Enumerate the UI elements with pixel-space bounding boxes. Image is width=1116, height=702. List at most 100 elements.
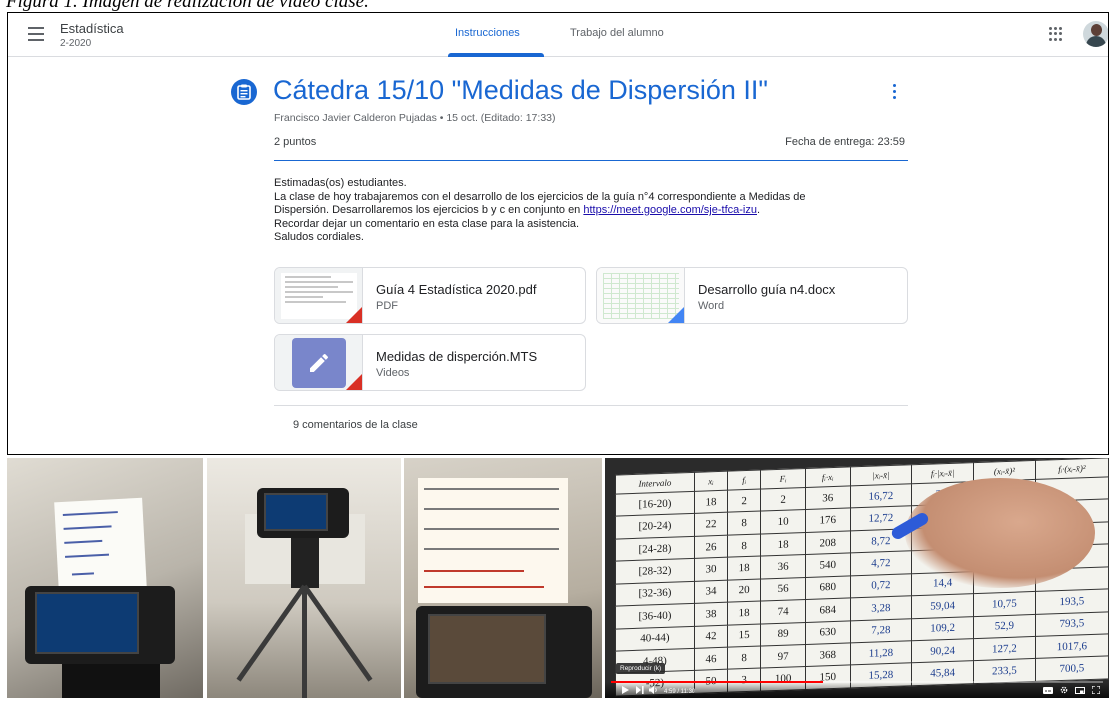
table-cell: 22 xyxy=(694,512,728,537)
table-cell: 540 xyxy=(805,553,851,578)
meet-link[interactable]: https://meet.google.com/sje-tfca-izu xyxy=(583,204,757,216)
table-cell: 40-44) xyxy=(615,625,695,652)
pdf-thumbnail xyxy=(275,268,363,323)
table-cell: 90,24 xyxy=(911,638,974,664)
word-thumbnail xyxy=(597,268,685,323)
table-cell: 193,5 xyxy=(1035,589,1109,615)
table-cell: [28-32) xyxy=(615,558,695,584)
table-cell: 56 xyxy=(760,577,806,602)
table-cell: 4,72 xyxy=(850,551,912,576)
table-cell: 26 xyxy=(694,535,728,559)
table-cell: 42 xyxy=(694,624,728,649)
table-cell: 38 xyxy=(694,602,728,626)
table-cell: 36 xyxy=(805,485,851,510)
table-cell: 368 xyxy=(805,642,851,667)
assignment-points: 2 puntos xyxy=(274,136,317,148)
table-cell: 89 xyxy=(760,622,806,647)
table-cell: 20 xyxy=(727,578,761,603)
menu-icon[interactable] xyxy=(28,27,44,41)
divider xyxy=(274,160,908,161)
table-cell: [32-36) xyxy=(615,581,695,607)
photo-tripod-camera xyxy=(207,458,401,698)
table-cell: 18 xyxy=(760,532,806,557)
table-cell: 36 xyxy=(760,554,806,579)
more-options-icon[interactable] xyxy=(893,84,897,100)
table-cell: 10 xyxy=(760,509,806,534)
table-cell: 8 xyxy=(727,511,761,536)
table-header-cell: fᵢ xyxy=(727,470,761,491)
table-header-cell: |xᵢ-x̄| xyxy=(850,464,912,486)
table-cell: 74 xyxy=(760,599,806,624)
table-cell: 176 xyxy=(805,508,851,533)
table-header-cell: xᵢ xyxy=(694,471,728,492)
table-cell: 208 xyxy=(805,530,851,555)
table-cell: 59,04 xyxy=(911,593,974,619)
table-cell: 700,5 xyxy=(1035,656,1109,682)
settings-gear-icon[interactable] xyxy=(1060,686,1068,694)
table-header-cell: Fᵢ xyxy=(760,468,806,490)
assignment-icon xyxy=(231,79,257,105)
table-cell: 46 xyxy=(694,647,728,671)
table-cell: 3,28 xyxy=(850,595,912,621)
play-tooltip: Reproducir (k) xyxy=(616,663,666,674)
assignment-title: Cátedra 15/10 "Medidas de Dispersión II" xyxy=(273,75,768,105)
table-cell: 684 xyxy=(805,598,851,623)
next-icon[interactable] xyxy=(636,686,644,694)
table-cell: [24-28) xyxy=(615,536,695,562)
class-comments-link[interactable]: 9 comentarios de la clase xyxy=(293,419,418,431)
table-header-cell: fᵢ·xᵢ xyxy=(805,466,851,488)
table-header-cell: fᵢ·(xᵢ-x̄)² xyxy=(1035,458,1109,480)
due-date: Fecha de entrega: 23:59 xyxy=(785,136,905,148)
hand xyxy=(905,478,1095,588)
play-icon[interactable] xyxy=(621,686,629,694)
table-cell: 8 xyxy=(727,533,761,558)
divider xyxy=(274,405,908,406)
tab-instrucciones[interactable]: Instrucciones xyxy=(455,27,520,39)
table-cell: 18 xyxy=(694,490,728,514)
table-cell: 34 xyxy=(694,579,728,604)
video-player[interactable]: Intervalo xᵢ fᵢ Fᵢ fᵢ·xᵢ |xᵢ-x̄| fᵢ·|xᵢ-x̄| (xᵢ… xyxy=(605,458,1109,698)
assignment-meta: Francisco Javier Calderon Pujadas • 15 o… xyxy=(274,112,556,124)
table-cell: 0,72 xyxy=(850,573,912,599)
miniplayer-icon[interactable] xyxy=(1075,687,1085,694)
pencil-icon xyxy=(292,338,346,388)
subtitles-icon[interactable] xyxy=(1043,687,1053,694)
table-cell: [36-40) xyxy=(615,603,695,629)
avatar[interactable] xyxy=(1083,21,1108,47)
video-thumbnail xyxy=(275,335,363,390)
photo-camera-notes xyxy=(7,458,203,698)
table-cell: 16,72 xyxy=(850,483,912,509)
volume-icon[interactable] xyxy=(649,686,658,694)
table-cell: 18 xyxy=(727,601,761,625)
table-cell: 10,75 xyxy=(973,591,1036,617)
table-cell: 11,28 xyxy=(850,640,912,666)
attachment-word[interactable]: Desarrollo guía n4.docx Word xyxy=(596,267,908,324)
attachment-video[interactable]: Medidas de disperción.MTS Videos xyxy=(274,334,586,391)
fullscreen-icon[interactable] xyxy=(1092,686,1100,694)
tab-trabajo-del-alumno[interactable]: Trabajo del alumno xyxy=(570,27,664,39)
table-header-cell: fᵢ·|xᵢ-x̄| xyxy=(911,462,974,484)
attachment-pdf[interactable]: Guía 4 Estadística 2020.pdf PDF xyxy=(274,267,586,324)
table-cell: 2 xyxy=(727,489,761,513)
course-title[interactable]: Estadística xyxy=(60,21,124,36)
table-cell: 8 xyxy=(727,646,761,670)
assignment-description: Estimadas(os) estudiantes. La clase de h… xyxy=(274,177,806,243)
video-progress-bar[interactable] xyxy=(611,681,1103,683)
table-cell: 15 xyxy=(727,623,761,648)
table-cell: 127,2 xyxy=(973,636,1036,662)
video-time: 4:59 / 11:30 xyxy=(664,689,696,695)
top-bar: Estadística 2-2020 Instrucciones Trabajo… xyxy=(8,13,1108,57)
table-cell: 680 xyxy=(805,575,851,600)
active-tab-indicator xyxy=(448,53,544,57)
apps-grid-icon[interactable] xyxy=(1049,27,1063,41)
table-cell: 2 xyxy=(760,487,806,512)
table-cell: 18 xyxy=(727,556,761,580)
classroom-window: Estadística 2-2020 Instrucciones Trabajo… xyxy=(7,12,1109,455)
table-cell: 1017,6 xyxy=(1035,633,1109,659)
table-cell: 97 xyxy=(760,644,806,669)
video-file-icon xyxy=(346,374,362,390)
table-cell: 7,28 xyxy=(850,618,912,643)
course-subtitle: 2-2020 xyxy=(60,38,92,49)
table-cell: 233,5 xyxy=(973,658,1036,684)
table-cell: 52,9 xyxy=(973,614,1036,639)
